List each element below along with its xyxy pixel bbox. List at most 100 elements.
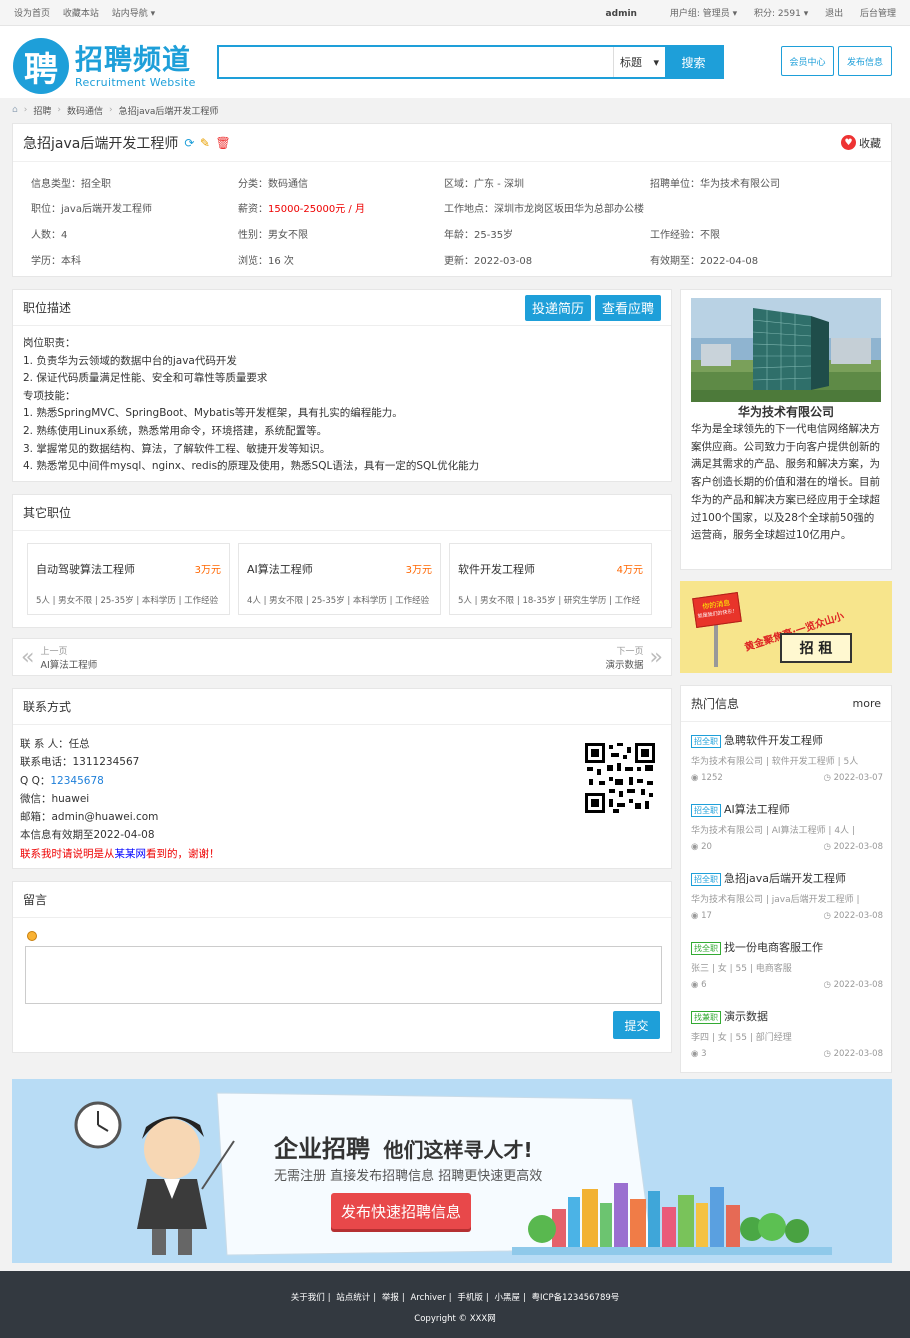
apply-button[interactable]: 投递简历 [524, 294, 591, 321]
job-description-panel: 职位描述 投递简历 查看应聘 岗位职责： 1. 负责华为云领域的数据中台的java… [12, 289, 672, 482]
rent-ad-banner[interactable]: 你的消息 就是我们的快乐！ 黄金聚焦亭·一览众山小 招 租 [680, 581, 892, 673]
info-valid-until: 有效期至：2022-04-08 [650, 256, 759, 267]
caret-down-icon: ▾ [653, 55, 659, 69]
company-panel: 华为技术有限公司 华为是全球领先的下一代电信网络解决方案供应商。公司致力于向客户… [680, 289, 892, 570]
refresh-icon[interactable]: ⟳ [184, 136, 194, 150]
hot-info-item[interactable]: 招全职 急招java后端开发工程师 华为技术有限公司 | java后端开发工程师 … [691, 870, 883, 921]
other-jobs-title: 其它职位 [23, 506, 72, 520]
other-job-pay: 3万元 [194, 565, 221, 576]
footer-link[interactable]: 举报 [382, 1293, 399, 1303]
logo-subtitle: Recruitment Website [75, 75, 196, 89]
search-input[interactable] [219, 47, 613, 77]
favorite-label: 收藏 [859, 136, 881, 150]
delete-icon[interactable]: 🗑 [215, 136, 230, 150]
set-home-link[interactable]: 设为首页 [14, 9, 50, 19]
breadcrumb: ⌂ › 招聘 › 数码通信 › 急招java后端开发工程师 [12, 99, 218, 121]
hot-info-item[interactable]: 找全职 找一份电商客服工作 张三 | 女 | 55 | 电商客服 ◉ 6 ◷ 202… [691, 939, 883, 990]
user-group-label: 用户组: 管理员 [669, 9, 730, 19]
contact-email: 邮箱：admin@huawei.com [20, 811, 159, 824]
logout-link[interactable]: 退出 [825, 9, 843, 19]
company-building-image[interactable] [691, 298, 881, 402]
qq-link[interactable]: 12345678 [50, 775, 103, 787]
hot-date: 2022-03-08 [833, 842, 883, 852]
view-applications-button[interactable]: 查看应聘 [594, 294, 661, 321]
separator-icon: › [108, 105, 113, 115]
hot-title: 急招java后端开发工程师 [724, 872, 847, 885]
message-textarea[interactable] [25, 946, 662, 1004]
caret-down-icon: ▾ [150, 9, 156, 19]
company-description: 华为是全球领先的下一代电信网络解决方案供应商。公司致力于向客户提供创新的满足其需… [691, 423, 880, 542]
hot-views: 1252 [701, 773, 723, 783]
separator-icon: › [23, 105, 28, 115]
prev-page-link[interactable]: « 上一页 AI算法工程师 [21, 644, 97, 671]
breadcrumb-item[interactable]: 招聘 [33, 104, 51, 117]
site-nav-label: 站内导航 [111, 9, 148, 19]
company-name[interactable]: 华为技术有限公司 [681, 403, 891, 420]
footer-link[interactable]: 粤ICP备123456789号 [532, 1293, 620, 1303]
footer-link[interactable]: 关于我们 [291, 1293, 325, 1303]
recruit-banner[interactable]: 企业招聘 他们这样寻人才! 无需注册 直接发布招聘信息 招聘更快速更高效 发布快… [12, 1079, 892, 1263]
hot-tag: 招全职 [691, 804, 721, 817]
salary-value: 15000-25000元 / 月 [268, 204, 365, 215]
prev-label: 上一页 [40, 646, 68, 657]
search-type-select[interactable]: 标题 ▾ [613, 47, 665, 77]
edit-icon[interactable]: ✎ [200, 136, 210, 150]
ad-rent-box: 招 租 [780, 633, 852, 663]
ad-sign: 你的消息 就是我们的快乐！ [692, 591, 742, 629]
bookmark-link[interactable]: 收藏本站 [63, 9, 99, 19]
description-body: 岗位职责： 1. 负责华为云领域的数据中台的java代码开发 2. 保证代码质量… [13, 326, 671, 485]
breadcrumb-item[interactable]: 数码通信 [67, 104, 103, 117]
member-center-button[interactable]: 会员中心 [781, 46, 834, 76]
footer-link[interactable]: 手机版 [457, 1293, 483, 1303]
favorite-button[interactable]: ♥ 收藏 [841, 135, 881, 151]
job-title: 急招java后端开发工程师 [23, 135, 179, 152]
search-button[interactable]: 搜索 [665, 47, 722, 77]
description-line: 1. 负责华为云领域的数据中台的java代码开发 [23, 354, 237, 367]
contact-phone: 联系电话：1311234567 [20, 756, 140, 769]
hot-title: 演示数据 [724, 1010, 768, 1023]
info-views: 浏览：16 次 [238, 256, 294, 267]
more-link[interactable]: more [853, 697, 882, 710]
username-link[interactable]: admin [606, 9, 637, 19]
hot-info-item[interactable]: 招全职 急聘软件开发工程师 华为技术有限公司 | 软件开发工程师 | 5人 ◉ 1… [691, 732, 883, 783]
clock-icon: ◷ [823, 980, 831, 990]
post-info-button[interactable]: 发布信息 [838, 46, 892, 76]
other-jobs-panel: 其它职位 自动驾驶算法工程师 3万元 5人 | 男女不限 | 25-35岁 | … [12, 494, 672, 628]
site-logo[interactable]: 聘 招聘频道 Recruitment Website [13, 38, 196, 94]
description-title: 职位描述 [23, 301, 72, 315]
hot-title: AI算法工程师 [724, 803, 790, 816]
emoji-icon[interactable] [27, 931, 37, 941]
home-icon[interactable]: ⌂ [12, 105, 18, 115]
other-job-card[interactable]: AI算法工程师 3万元 4人 | 男女不限 | 25-35岁 | 本科学历 | … [238, 543, 441, 615]
info-updated: 更新：2022-03-08 [444, 256, 533, 267]
admin-panel-link[interactable]: 后台管理 [860, 9, 896, 19]
footer-link[interactable]: 小黑屋 [494, 1293, 520, 1303]
hot-tag: 找兼职 [691, 1011, 721, 1024]
info-company: 招聘单位：华为技术有限公司 [650, 179, 780, 190]
other-job-name: 自动驾驶算法工程师 [36, 563, 135, 576]
footer-link[interactable]: Archiver [410, 1293, 445, 1303]
site-nav-dropdown[interactable]: 站内导航 ▾ [112, 9, 155, 19]
description-line: 3. 掌握常见的数据结构、算法，了解软件工程、敏捷开发等知识。 [23, 442, 331, 455]
user-group-link[interactable]: 用户组: 管理员 ▾ [670, 9, 737, 19]
info-region: 区域：广东 - 深圳 [444, 179, 524, 190]
clock-icon: ◷ [823, 773, 831, 783]
hot-info-item[interactable]: 找兼职 演示数据 李四 | 女 | 55 | 部门经理 ◉ 3 ◷ 2022-03-… [691, 1008, 883, 1059]
eye-icon: ◉ [691, 773, 699, 783]
hot-info-item[interactable]: 招全职 AI算法工程师 华为技术有限公司 | AI算法工程师 | 4人 | ◉ 2… [691, 801, 883, 852]
contact-note: 联系我时请说明是从某某网看到的，谢谢！ [20, 845, 664, 863]
next-page-link[interactable]: 下一页 演示数据 » [606, 644, 663, 671]
hot-date: 2022-03-08 [833, 980, 883, 990]
salary-label: 薪资： [238, 204, 268, 215]
breadcrumb-item[interactable]: 急招java后端开发工程师 [119, 104, 219, 117]
other-job-card[interactable]: 软件开发工程师 4万元 5人 | 男女不限 | 18-35岁 | 研究生学历 |… [449, 543, 652, 615]
clock-icon: ◷ [823, 911, 831, 921]
points-link[interactable]: 积分: 2591 ▾ [754, 9, 808, 19]
qq-label: Q Q： [20, 774, 51, 787]
banner-post-button[interactable]: 发布快速招聘信息 [331, 1193, 471, 1229]
clock-icon: ◷ [823, 1049, 831, 1059]
other-job-card[interactable]: 自动驾驶算法工程师 3万元 5人 | 男女不限 | 25-35岁 | 本科学历 … [27, 543, 230, 615]
copyright: Copyright © XXX网 [414, 1314, 496, 1324]
submit-message-button[interactable]: 提交 [613, 1011, 660, 1039]
footer-link[interactable]: 站点统计 [336, 1293, 370, 1303]
